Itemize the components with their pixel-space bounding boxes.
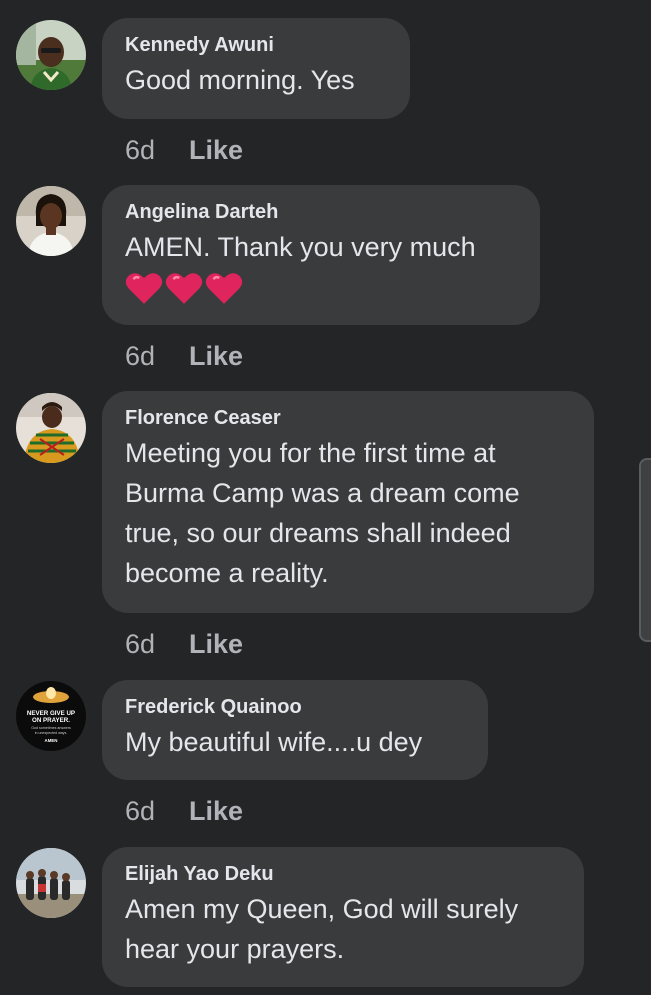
poster-line: in unexpected ways. (35, 731, 68, 735)
avatar[interactable]: NEVER GIVE UP ON PRAYER. God sometimes a… (16, 681, 86, 751)
comment-timestamp[interactable]: 6d (125, 629, 155, 660)
like-button[interactable]: Like (189, 341, 243, 372)
comment-timestamp[interactable]: 6d (125, 341, 155, 372)
comment-bubble: Elijah Yao Deku Amen my Queen, God will … (102, 847, 584, 987)
heart-icon (165, 273, 203, 304)
man-in-green-shirt-photo-icon (16, 20, 86, 90)
comment-author[interactable]: Florence Ceaser (125, 405, 570, 431)
like-button[interactable]: Like (189, 629, 243, 660)
comment-text: Good morning. Yes (125, 65, 355, 95)
comment-author[interactable]: Angelina Darteh (125, 199, 516, 225)
poster-line: NEVER GIVE UP (27, 710, 75, 717)
comment-meta: 6d Like (125, 629, 243, 660)
scrollbar-handle[interactable] (639, 458, 651, 642)
avatar[interactable] (16, 20, 86, 90)
avatar[interactable] (16, 848, 86, 918)
avatar[interactable] (16, 393, 86, 463)
like-button[interactable]: Like (189, 135, 243, 166)
poster-line: God sometimes answers (31, 726, 71, 730)
comment-text: Amen my Queen, God will surely hear your… (125, 894, 519, 964)
comment-text: Meeting you for the first time at Burma … (125, 438, 520, 588)
comment-timestamp[interactable]: 6d (125, 135, 155, 166)
comment-timestamp[interactable]: 6d (125, 796, 155, 827)
woman-kente-photo-icon (16, 393, 86, 463)
never-give-up-on-prayer-poster-icon: NEVER GIVE UP ON PRAYER. God sometimes a… (16, 681, 86, 751)
comment-bubble: Kennedy Awuni Good morning. Yes (102, 18, 410, 119)
heart-emoji-row (125, 269, 516, 307)
comment-bubble: Frederick Quainoo My beautiful wife....u… (102, 680, 488, 780)
poster-line: AMEN (45, 738, 58, 743)
avatar[interactable] (16, 186, 86, 256)
comment-meta: 6d Like (125, 135, 243, 166)
poster-line: ON PRAYER. (32, 717, 70, 724)
comment-bubble: Angelina Darteh AMEN. Thank you very muc… (102, 185, 540, 325)
heart-icon (125, 273, 163, 304)
comment-author[interactable]: Elijah Yao Deku (125, 861, 560, 887)
comment-bubble: Florence Ceaser Meeting you for the firs… (102, 391, 594, 613)
comments-feed: Kennedy Awuni Good morning. Yes 6d Like … (0, 0, 651, 995)
group-photo-outdoors-icon (16, 848, 86, 918)
comment-meta: 6d Like (125, 341, 243, 372)
heart-icon (205, 273, 243, 304)
comment-author[interactable]: Frederick Quainoo (125, 694, 464, 720)
woman-white-top-photo-icon (16, 186, 86, 256)
comment-meta: 6d Like (125, 796, 243, 827)
comment-text: AMEN. Thank you very much (125, 232, 476, 262)
comment-text: My beautiful wife....u dey (125, 727, 423, 757)
like-button[interactable]: Like (189, 796, 243, 827)
comment-author[interactable]: Kennedy Awuni (125, 32, 386, 58)
